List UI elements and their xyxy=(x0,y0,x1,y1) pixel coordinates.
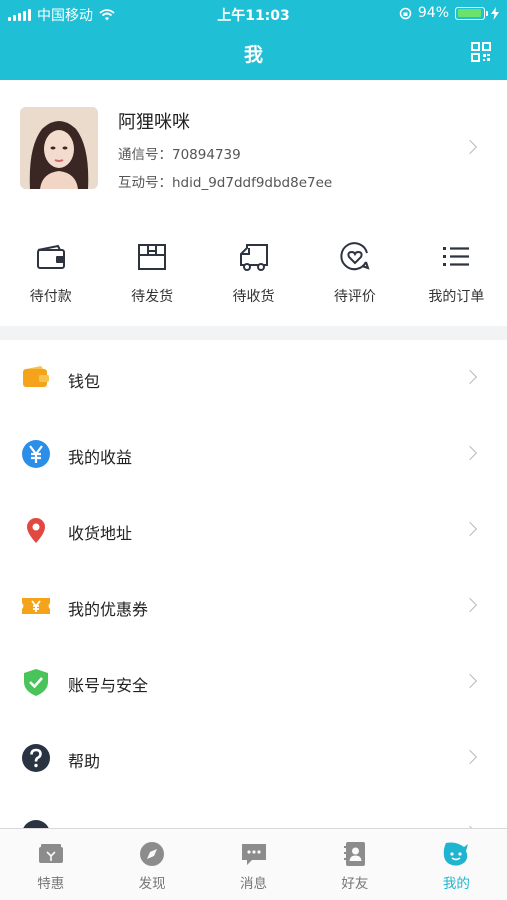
tab-label: 消息 xyxy=(240,876,268,892)
settings-icon xyxy=(23,820,49,828)
chevron-right-icon xyxy=(462,369,478,385)
tab-deals[interactable]: 特惠 xyxy=(0,829,101,900)
order-label: 待付款 xyxy=(29,289,72,305)
tab-label: 发现 xyxy=(138,876,166,892)
compass-icon xyxy=(140,842,165,866)
menu-list: 钱包 我的收益 收货地址 我的优惠券 账号与安全 帮助 xyxy=(0,340,507,828)
tab-label: 好友 xyxy=(341,876,369,892)
menu-item-account-security[interactable]: 账号与安全 xyxy=(0,644,507,720)
contacts-icon xyxy=(343,842,365,866)
profile-hudong-id: 互动号：hdid_9d7ddf9dbd8e7ee xyxy=(118,175,333,191)
menu-item-partial[interactable] xyxy=(0,796,507,828)
wallet-icon xyxy=(36,244,65,269)
qr-code-icon[interactable] xyxy=(471,42,491,62)
order-all[interactable]: 我的订单 xyxy=(406,212,507,326)
order-shortcuts: 待付款 待发货 待收货 待评价 我的订单 xyxy=(0,212,507,326)
wallet-icon xyxy=(23,366,49,387)
chevron-right-icon xyxy=(462,139,478,155)
order-label: 我的订单 xyxy=(428,289,485,305)
battery-icon xyxy=(455,6,488,20)
order-label: 待发货 xyxy=(131,289,174,305)
menu-item-label: 我的收益 xyxy=(68,448,133,467)
review-icon xyxy=(340,242,370,271)
menu-item-label: 钱包 xyxy=(68,372,101,391)
chevron-right-icon xyxy=(462,597,478,613)
profile-tongxin-id: 通信号：70894739 xyxy=(118,147,241,163)
chevron-right-icon xyxy=(462,521,478,537)
message-icon xyxy=(241,844,266,865)
help-icon xyxy=(22,744,50,772)
battery-percent: 94% xyxy=(417,5,449,21)
menu-item-label: 收货地址 xyxy=(68,524,133,543)
tab-bar: 特惠 发现 消息 好友 我的 xyxy=(0,828,507,900)
tab-me[interactable]: 我的 xyxy=(406,829,507,900)
shield-icon xyxy=(24,669,48,696)
order-pending-receipt[interactable]: 待收货 xyxy=(203,212,304,326)
chevron-right-icon xyxy=(462,445,478,461)
menu-item-earnings[interactable]: 我的收益 xyxy=(0,416,507,492)
list-icon xyxy=(443,247,470,266)
page-title: 我 xyxy=(243,44,263,66)
yen-icon xyxy=(22,440,50,468)
profile-name: 阿狸咪咪 xyxy=(118,112,190,133)
menu-item-label: 我的优惠券 xyxy=(68,600,149,619)
menu-item-label: 帮助 xyxy=(68,752,101,771)
order-label: 待收货 xyxy=(232,289,275,305)
order-pending-shipment[interactable]: 待发货 xyxy=(101,212,202,326)
tab-messages[interactable]: 消息 xyxy=(203,829,304,900)
rotation-lock-icon xyxy=(399,7,412,19)
order-pending-review[interactable]: 待评价 xyxy=(304,212,405,326)
menu-item-address[interactable]: 收货地址 xyxy=(0,492,507,568)
order-label: 待评价 xyxy=(333,289,376,305)
status-bar: 中国移动 上午11:03 94% xyxy=(0,0,507,28)
profile-card[interactable]: 阿狸咪咪 通信号：70894739 互动号：hdid_9d7ddf9dbd8e7… xyxy=(0,80,507,212)
deals-icon xyxy=(38,844,63,863)
coupon-icon xyxy=(22,598,50,614)
tab-label: 特惠 xyxy=(37,876,65,892)
charging-icon xyxy=(491,6,499,20)
tab-discover[interactable]: 发现 xyxy=(101,829,202,900)
avatar[interactable] xyxy=(20,107,98,189)
menu-item-coupons[interactable]: 我的优惠券 xyxy=(0,568,507,644)
menu-item-label: 账号与安全 xyxy=(68,676,149,695)
tab-label: 我的 xyxy=(442,876,470,892)
package-icon xyxy=(138,244,167,270)
menu-item-help[interactable]: 帮助 xyxy=(0,720,507,796)
me-icon xyxy=(444,842,469,866)
order-pending-payment[interactable]: 待付款 xyxy=(0,212,101,326)
tab-friends[interactable]: 好友 xyxy=(304,829,405,900)
top-bar: 中国移动 上午11:03 94% 我 xyxy=(0,0,507,80)
chevron-right-icon xyxy=(462,673,478,689)
menu-item-wallet[interactable]: 钱包 xyxy=(0,340,507,416)
truck-icon xyxy=(239,244,268,271)
location-pin-icon xyxy=(27,518,45,543)
chevron-right-icon xyxy=(462,749,478,765)
